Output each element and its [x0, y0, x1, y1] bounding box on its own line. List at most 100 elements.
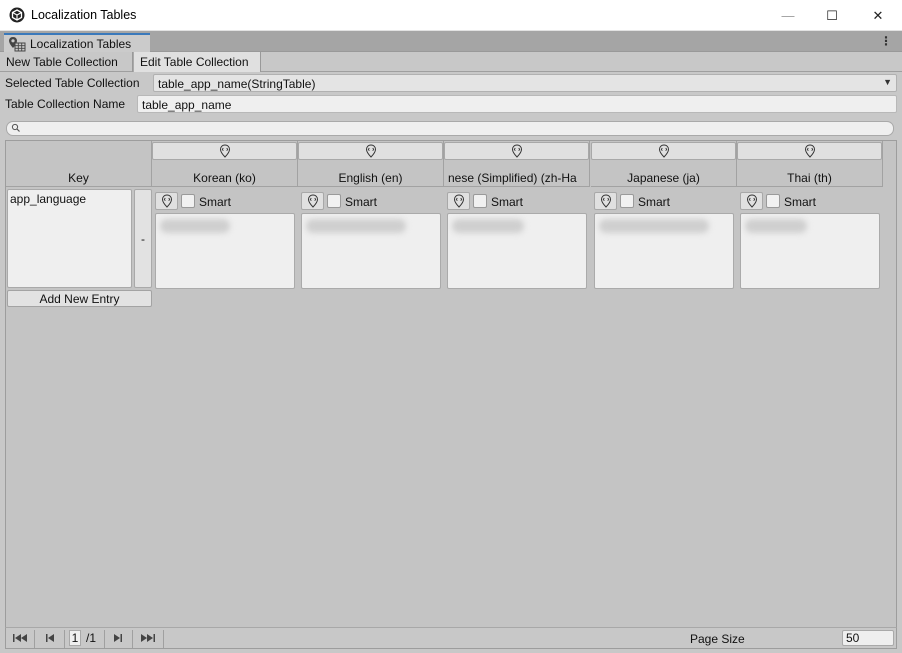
page-size-label: Page Size — [690, 632, 745, 646]
previous-page-icon — [46, 634, 54, 642]
collection-name-field[interactable]: table_app_name — [137, 95, 897, 113]
smart-checkbox[interactable] — [327, 194, 341, 208]
metadata-icon — [365, 144, 376, 158]
smart-checkbox[interactable] — [473, 194, 487, 208]
maximize-button[interactable]: ☐ — [809, 0, 855, 31]
entry-metadata-button[interactable] — [594, 192, 617, 210]
localization-table-icon — [9, 36, 26, 51]
smart-checkbox[interactable] — [766, 194, 780, 208]
selected-collection-label: Selected Table Collection — [5, 76, 140, 90]
tab-localization-tables[interactable]: Localization Tables — [4, 33, 150, 52]
smart-label: Smart — [784, 195, 817, 209]
next-page-icon — [114, 634, 122, 642]
locale-cell-chinese-simplified: Smart — [444, 190, 590, 290]
close-button[interactable]: ✕ — [855, 0, 901, 31]
column-header-thai: Thai (th) — [737, 141, 883, 187]
translation-text-field[interactable] — [155, 213, 295, 289]
metadata-icon — [746, 194, 757, 208]
editor-tab-strip: Localization Tables ⋮ — [0, 31, 902, 52]
last-page-button[interactable] — [137, 630, 159, 646]
divider — [64, 630, 65, 648]
locale-cell-thai: Smart — [737, 190, 883, 290]
key-column-header: Key — [6, 141, 152, 187]
tab-edit-table-collection[interactable]: Edit Table Collection — [133, 52, 261, 72]
column-label: nese (Simplified) (zh-Ha — [448, 171, 577, 185]
column-metadata-button[interactable] — [444, 142, 589, 160]
smart-checkbox[interactable] — [620, 194, 634, 208]
window-title: Localization Tables — [31, 8, 137, 22]
metadata-icon — [453, 194, 464, 208]
translation-text-field[interactable] — [594, 213, 734, 289]
selected-collection-row: Selected Table Collection table_app_name… — [0, 73, 902, 93]
metadata-icon — [161, 194, 172, 208]
locale-cell-japanese: Smart — [591, 190, 737, 290]
first-page-icon — [13, 634, 27, 642]
divider — [163, 630, 164, 648]
column-label: Japanese (ja) — [627, 171, 700, 185]
selected-collection-value: table_app_name(StringTable) — [158, 77, 316, 91]
column-label: Thai (th) — [787, 171, 832, 185]
column-header-english: English (en) — [298, 141, 444, 187]
previous-page-button[interactable] — [39, 630, 61, 646]
remove-entry-button[interactable]: - — [134, 189, 152, 288]
entry-key-field[interactable]: app_language — [7, 189, 132, 288]
metadata-icon — [600, 194, 611, 208]
entry-metadata-button[interactable] — [155, 192, 178, 210]
tab-label: Localization Tables — [30, 36, 132, 51]
locale-cell-korean: Smart — [152, 190, 298, 290]
redacted-text — [599, 219, 709, 233]
add-new-entry-button[interactable]: Add New Entry — [7, 290, 152, 307]
entry-metadata-button[interactable] — [447, 192, 470, 210]
smart-label: Smart — [345, 195, 378, 209]
selected-collection-dropdown[interactable]: table_app_name(StringTable) ▼ — [153, 74, 897, 92]
page-size-field[interactable]: 50 — [842, 630, 894, 646]
search-icon — [11, 123, 20, 132]
metadata-icon — [658, 144, 669, 158]
locale-cell-english: Smart — [298, 190, 444, 290]
column-header-japanese: Japanese (ja) — [591, 141, 737, 187]
entry-metadata-button[interactable] — [740, 192, 763, 210]
metadata-icon — [511, 144, 522, 158]
mode-tabs: New Table Collection Edit Table Collecti… — [0, 52, 902, 72]
entry-metadata-button[interactable] — [301, 192, 324, 210]
redacted-text — [452, 219, 524, 233]
metadata-icon — [307, 194, 318, 208]
column-metadata-button[interactable] — [591, 142, 736, 160]
column-metadata-button[interactable] — [152, 142, 297, 160]
tab-new-table-collection[interactable]: New Table Collection — [0, 52, 133, 72]
first-page-button[interactable] — [9, 630, 31, 646]
divider — [104, 630, 105, 648]
current-page-field[interactable]: 1 — [69, 630, 81, 646]
column-header-chinese-simplified: nese (Simplified) (zh-Ha — [444, 141, 590, 187]
metadata-icon — [804, 144, 815, 158]
last-page-icon — [141, 634, 155, 642]
smart-label: Smart — [638, 195, 671, 209]
collection-name-label: Table Collection Name — [5, 97, 126, 111]
column-metadata-button[interactable] — [737, 142, 882, 160]
redacted-text — [306, 219, 406, 233]
translation-text-field[interactable] — [447, 213, 587, 289]
more-options-icon[interactable]: ⋮ — [880, 34, 892, 48]
column-header-korean: Korean (ko) — [152, 141, 298, 187]
column-label: English (en) — [338, 171, 403, 185]
redacted-text — [745, 219, 807, 233]
divider — [34, 630, 35, 648]
dropdown-caret-icon: ▼ — [883, 77, 892, 87]
pagination-bar: 1 /1 Page Size 50 — [5, 627, 897, 649]
metadata-icon — [219, 144, 230, 158]
translation-text-field[interactable] — [740, 213, 880, 289]
smart-checkbox[interactable] — [181, 194, 195, 208]
divider — [132, 630, 133, 648]
search-field[interactable] — [6, 121, 894, 136]
next-page-button[interactable] — [107, 630, 129, 646]
key-header-label: Key — [68, 171, 89, 185]
column-metadata-button[interactable] — [298, 142, 443, 160]
smart-label: Smart — [491, 195, 524, 209]
title-bar: Localization Tables — ☐ ✕ — [0, 0, 902, 31]
translation-text-field[interactable] — [301, 213, 441, 289]
total-pages-label: /1 — [86, 631, 97, 645]
table-area: Key Korean (ko) English (en) nese (Simpl… — [5, 140, 897, 628]
column-label: Korean (ko) — [193, 171, 256, 185]
unity-app-icon — [9, 7, 25, 23]
minimize-button[interactable]: — — [765, 0, 811, 31]
